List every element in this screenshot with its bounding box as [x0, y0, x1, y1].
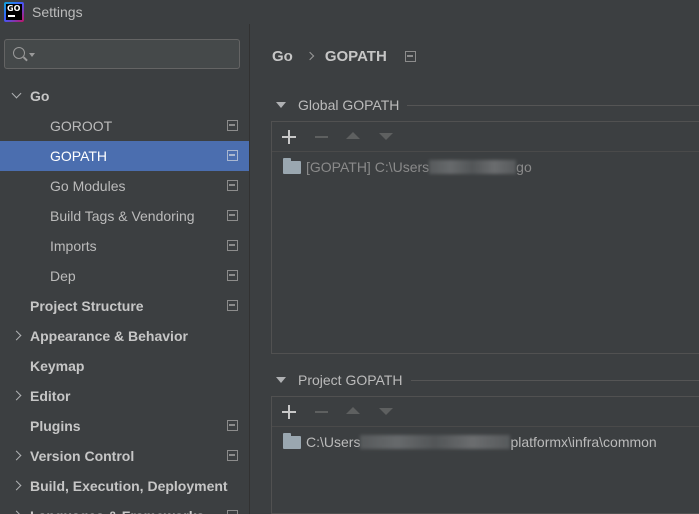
breadcrumb-separator-icon [305, 51, 315, 61]
folder-icon [283, 157, 301, 174]
tree-item-label: GOPATH [50, 148, 108, 164]
title-bar: GO Settings [0, 0, 699, 24]
remove-icon[interactable] [315, 136, 328, 138]
project-scope-icon [227, 450, 238, 461]
collapse-triangle-icon[interactable] [276, 377, 286, 383]
project-scope-icon [227, 210, 238, 221]
chevron-right-icon[interactable] [10, 501, 22, 514]
global-gopath-entry[interactable]: [GOPATH] C:\Users go [283, 157, 532, 177]
project-gopath-entry[interactable]: C:\Users platformx\infra\common [283, 432, 657, 452]
tree-item-label: Dep [50, 268, 76, 284]
tree-item-version-control[interactable]: Version Control [0, 441, 249, 471]
add-icon[interactable] [282, 405, 296, 419]
add-icon[interactable] [282, 130, 296, 144]
tree-item-label: Go [30, 88, 50, 104]
chevron-right-icon[interactable] [10, 471, 22, 501]
tree-item-build-tags-vendoring[interactable]: Build Tags & Vendoring [0, 201, 249, 231]
project-scope-icon [227, 150, 238, 161]
breadcrumb: Go GOPATH [272, 46, 416, 66]
move-up-icon[interactable] [346, 407, 360, 414]
redacted-path-segment [360, 435, 511, 449]
global-gopath-title: Global GOPATH [298, 97, 400, 113]
project-gopath-header[interactable]: Project GOPATH [276, 370, 699, 390]
breadcrumb-parent[interactable]: Go [272, 48, 293, 65]
project-gopath-title: Project GOPATH [298, 372, 403, 388]
redacted-username [429, 160, 517, 174]
project-scope-icon [227, 270, 238, 281]
search-icon [13, 47, 25, 59]
settings-sidebar: Go GOROOT GOPATH Go Modules Build Tags & Ven… [0, 24, 250, 514]
tree-item-label: Appearance & Behavior [30, 328, 188, 344]
tree-item-label: Build, Execution, Deployment [30, 478, 228, 494]
project-gopath-path-suffix: platformx\infra\common [510, 434, 657, 450]
tree-item-label: Build Tags & Vendoring [50, 208, 195, 224]
search-history-caret-icon[interactable] [29, 53, 35, 57]
project-gopath-toolbar [272, 397, 699, 427]
search-input[interactable] [4, 39, 240, 69]
settings-content: Go GOPATH Global GOPATH [GOPATH] C:\User… [251, 24, 699, 514]
tree-item-keymap[interactable]: Keymap [0, 351, 249, 381]
move-down-icon[interactable] [379, 133, 393, 140]
project-scope-icon [227, 180, 238, 191]
project-scope-icon [227, 300, 238, 311]
project-gopath-path-prefix: C:\Users [306, 434, 361, 450]
tree-item-label: GOROOT [50, 118, 113, 134]
tree-item-label: Version Control [30, 448, 135, 464]
chevron-down-icon[interactable] [10, 81, 22, 111]
move-down-icon[interactable] [379, 408, 393, 415]
remove-icon[interactable] [315, 411, 328, 413]
global-gopath-path-prefix: [GOPATH] C:\Users [306, 159, 430, 175]
project-scope-icon [227, 510, 238, 514]
chevron-right-icon[interactable] [10, 441, 22, 471]
section-divider [407, 104, 699, 106]
tree-item-label: Keymap [30, 358, 85, 374]
tree-item-label: Imports [50, 238, 97, 254]
folder-icon [283, 432, 301, 449]
chevron-right-icon[interactable] [10, 321, 22, 351]
project-scope-icon [404, 50, 416, 62]
tree-item-build-execution-deployment[interactable]: Build, Execution, Deployment [0, 471, 249, 501]
settings-tree: Go GOROOT GOPATH Go Modules Build Tags & Ven… [0, 81, 249, 514]
tree-item-plugins[interactable]: Plugins [0, 411, 249, 441]
breadcrumb-current: GOPATH [324, 47, 387, 65]
tree-item-label: Plugins [30, 418, 81, 434]
global-gopath-header[interactable]: Global GOPATH [276, 95, 699, 115]
global-gopath-toolbar [272, 122, 699, 152]
tree-item-go[interactable]: Go [0, 81, 249, 111]
tree-item-label: Editor [30, 388, 71, 404]
project-scope-icon [227, 420, 238, 431]
move-up-icon[interactable] [346, 132, 360, 139]
tree-item-project-structure[interactable]: Project Structure [0, 291, 249, 321]
project-gopath-panel: C:\Users platformx\infra\common [271, 396, 699, 514]
tree-item-imports[interactable]: Imports [0, 231, 249, 261]
collapse-triangle-icon[interactable] [276, 102, 286, 108]
section-divider [410, 379, 699, 381]
tree-item-gopath[interactable]: GOPATH [0, 141, 249, 171]
tree-item-label: Project Structure [30, 298, 144, 314]
tree-item-editor[interactable]: Editor [0, 381, 249, 411]
tree-item-label: Go Modules [50, 178, 126, 194]
chevron-right-icon[interactable] [10, 381, 22, 411]
tree-item-dep[interactable]: Dep [0, 261, 249, 291]
app-icon-text: GO [7, 4, 21, 13]
tree-item-label: Languages & Frameworks [30, 501, 204, 514]
tree-item-goroot[interactable]: GOROOT [0, 111, 249, 141]
window-title: Settings [32, 4, 83, 20]
goland-app-icon: GO [4, 2, 24, 22]
tree-item-languages-frameworks[interactable]: Languages & Frameworks [0, 501, 249, 514]
global-gopath-path-suffix: go [516, 159, 532, 175]
tree-item-appearance-behavior[interactable]: Appearance & Behavior [0, 321, 249, 351]
project-scope-icon [227, 120, 238, 131]
global-gopath-panel: [GOPATH] C:\Users go [271, 121, 699, 354]
tree-item-go-modules[interactable]: Go Modules [0, 171, 249, 201]
project-scope-icon [227, 240, 238, 251]
